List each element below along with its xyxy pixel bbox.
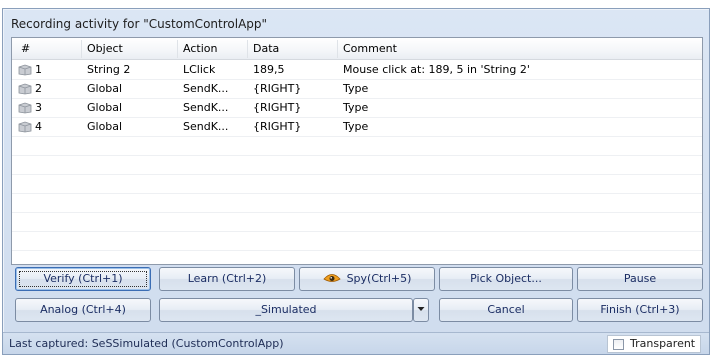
empty-row: [12, 156, 702, 175]
empty-row: [12, 213, 702, 232]
finish-button-label: Finish (Ctrl+3): [600, 303, 680, 316]
recording-grid[interactable]: # Object Action Data Comment 1 String 2 …: [11, 37, 703, 265]
last-captured-text: Last captured: SeSSimulated (CustomContr…: [9, 337, 284, 350]
focus-ring: [19, 271, 147, 287]
column-header-comment[interactable]: Comment: [338, 38, 397, 60]
learn-button-label: Learn (Ctrl+2): [187, 272, 267, 285]
spy-button[interactable]: Spy(Ctrl+5): [299, 267, 435, 291]
table-row[interactable]: 4 Global SendK... {RIGHT} Type: [12, 118, 702, 137]
pick-object-button-label: Pick Object...: [470, 272, 542, 285]
cell-object: Global: [87, 82, 123, 95]
cell-data: {RIGHT}: [253, 101, 302, 114]
cell-object: Global: [87, 120, 123, 133]
transparent-label: Transparent: [630, 337, 696, 350]
cell-data: 189,5: [253, 63, 285, 76]
spy-button-label: Spy(Ctrl+5): [346, 272, 412, 285]
pause-button-label: Pause: [623, 272, 657, 285]
cancel-button-label: Cancel: [487, 303, 525, 316]
empty-row: [12, 194, 702, 213]
cancel-button[interactable]: Cancel: [439, 298, 573, 322]
chevron-down-icon: [417, 307, 425, 311]
grid-header: # Object Action Data Comment: [12, 38, 702, 60]
cell-comment: Mouse click at: 189, 5 in 'String 2': [343, 63, 530, 76]
empty-row: [12, 232, 702, 251]
cell-data: {RIGHT}: [253, 82, 302, 95]
cell-action: SendK...: [183, 82, 229, 95]
spy-eye-icon: [322, 274, 341, 282]
cell-number: 1: [35, 63, 42, 76]
column-header-data[interactable]: Data: [248, 38, 279, 60]
status-bar: Last captured: SeSSimulated (CustomContr…: [3, 332, 709, 354]
simulated-button-label: _Simulated: [255, 303, 317, 316]
simulated-dropdown-button[interactable]: [413, 298, 429, 322]
column-header-action[interactable]: Action: [178, 38, 217, 60]
cell-comment: Type: [343, 101, 369, 114]
cell-number: 3: [35, 101, 42, 114]
transparent-toggle[interactable]: Transparent: [607, 335, 701, 353]
table-row[interactable]: 2 Global SendK... {RIGHT} Type: [12, 80, 702, 99]
cell-comment: Type: [343, 82, 369, 95]
cell-action: SendK...: [183, 120, 229, 133]
cell-action: SendK...: [183, 101, 229, 114]
learn-button[interactable]: Learn (Ctrl+2): [159, 267, 295, 291]
pick-object-button[interactable]: Pick Object...: [439, 267, 573, 291]
analog-button[interactable]: Analog (Ctrl+4): [15, 298, 151, 322]
cell-object: Global: [87, 101, 123, 114]
pause-button[interactable]: Pause: [577, 267, 703, 291]
empty-row: [12, 137, 702, 156]
cell-object: String 2: [87, 63, 131, 76]
verify-button[interactable]: Verify (Ctrl+1): [15, 267, 151, 291]
recording-activity-window: Recording activity for "CustomControlApp…: [2, 8, 710, 355]
cell-number: 2: [35, 82, 42, 95]
finish-button[interactable]: Finish (Ctrl+3): [577, 298, 703, 322]
cell-comment: Type: [343, 120, 369, 133]
column-header-number[interactable]: #: [16, 38, 30, 60]
table-row[interactable]: 3 Global SendK... {RIGHT} Type: [12, 99, 702, 118]
window-title: Recording activity for "CustomControlApp…: [11, 17, 268, 31]
analog-button-label: Analog (Ctrl+4): [40, 303, 126, 316]
simulated-button[interactable]: _Simulated: [159, 298, 413, 322]
transparent-checkbox[interactable]: [613, 339, 624, 350]
cell-data: {RIGHT}: [253, 120, 302, 133]
cell-number: 4: [35, 120, 42, 133]
column-header-object[interactable]: Object: [82, 38, 123, 60]
table-row[interactable]: 1 String 2 LClick 189,5 Mouse click at: …: [12, 61, 702, 80]
empty-row: [12, 175, 702, 194]
cell-action: LClick: [183, 63, 216, 76]
